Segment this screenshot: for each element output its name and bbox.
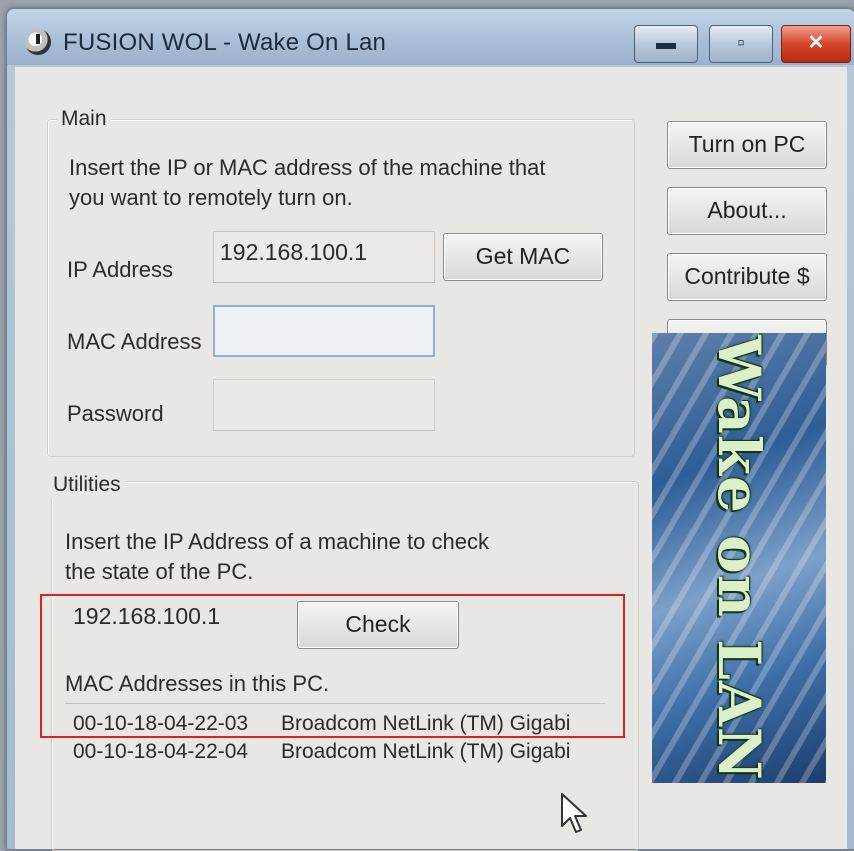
ip-address-input[interactable]: 192.168.100.1 [213, 231, 435, 283]
utilities-instructions-line1: Insert the IP Address of a machine to ch… [65, 529, 489, 554]
window-title: FUSION WOL - Wake On Lan [63, 29, 387, 56]
maximize-button[interactable]: ▫ [709, 25, 773, 63]
mac-list-highlight [40, 594, 625, 738]
title-bar[interactable]: FUSION WOL - Wake On Lan ▬ ▫ ✕ [7, 9, 854, 65]
mac-address-label: MAC Address [67, 329, 202, 354]
password-label: Password [67, 401, 164, 426]
get-mac-button[interactable]: Get MAC [443, 233, 603, 281]
main-group-legend: Main [57, 107, 111, 131]
about-button[interactable]: About... [667, 187, 827, 235]
ip-address-label: IP Address [67, 257, 173, 282]
main-instructions-line1: Insert the IP or MAC address of the mach… [69, 155, 546, 180]
app-clock-icon[interactable] [25, 29, 51, 55]
utilities-group-legend: Utilities [49, 473, 125, 497]
mac-address-input[interactable] [213, 305, 435, 357]
turn-on-pc-button[interactable]: Turn on PC [667, 121, 827, 169]
maximize-icon: ▫ [737, 32, 745, 54]
minimize-button[interactable]: ▬ [634, 25, 698, 63]
wake-on-lan-banner: Wake on LAN [652, 333, 826, 783]
mac-list-item-mac: 00-10-18-04-22-04 [73, 740, 249, 763]
banner-text: Wake on LAN [705, 335, 773, 781]
close-button[interactable]: ✕ [781, 25, 851, 63]
minimize-icon: ▬ [656, 32, 676, 54]
utilities-instructions-line2: the state of the PC. [65, 559, 254, 584]
main-instructions-line2: you want to remotely turn on. [69, 185, 353, 210]
password-input[interactable] [213, 379, 435, 431]
mouse-cursor-icon [561, 793, 587, 833]
close-icon: ✕ [807, 32, 825, 54]
contribute-button[interactable]: Contribute $ [667, 253, 827, 301]
mac-list-item-adapter: Broadcom NetLink (TM) Gigabi [281, 740, 571, 763]
